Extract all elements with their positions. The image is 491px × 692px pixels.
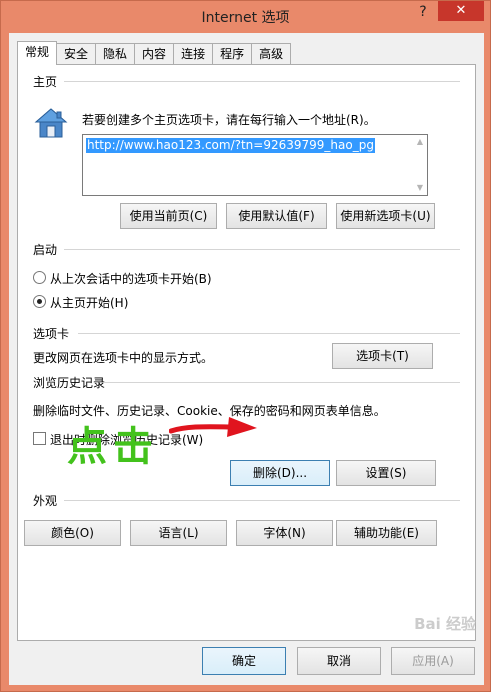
homepage-url-input[interactable]: http://www.hao123.com/?tn=92639799_hao_p… <box>82 134 428 196</box>
radio-last-session[interactable] <box>33 271 46 284</box>
scroll-up-icon[interactable]: ▲ <box>415 137 425 147</box>
history-settings-button[interactable]: 设置(S) <box>336 460 436 486</box>
accessibility-button[interactable]: 辅助功能(E) <box>336 520 437 546</box>
tab-programs[interactable]: 程序 <box>212 43 253 65</box>
tab-strip: 常规 安全 隐私 内容 连接 程序 高级 <box>17 41 292 65</box>
startup-divider <box>64 249 460 250</box>
languages-button[interactable]: 语言(L) <box>130 520 227 546</box>
fonts-button[interactable]: 字体(N) <box>236 520 333 546</box>
general-tab-panel: 主页 若要创建多个主页选项卡，请在每行输入一个地址(R)。 http://www… <box>17 64 476 641</box>
tab-connections[interactable]: 连接 <box>173 43 214 65</box>
cancel-button[interactable]: 取消 <box>297 647 381 675</box>
tab-security[interactable]: 安全 <box>56 43 97 65</box>
scroll-down-icon[interactable]: ▼ <box>415 183 425 193</box>
history-section-label: 浏览历史记录 <box>33 376 106 390</box>
appearance-divider <box>64 500 460 501</box>
radio-homepage-label: 从主页开始(H) <box>50 296 129 310</box>
homepage-instruction: 若要创建多个主页选项卡，请在每行输入一个地址(R)。 <box>82 113 376 127</box>
homepage-divider <box>64 81 460 82</box>
delete-on-exit-checkbox[interactable] <box>33 432 46 445</box>
tabs-description: 更改网页在选项卡中的显示方式。 <box>33 351 214 365</box>
tabs-divider <box>78 333 460 334</box>
dialog-client: 常规 安全 隐私 内容 连接 程序 高级 主页 若要创建多个主页选项卡，请在每行… <box>9 33 484 685</box>
title-bar[interactable]: Internet 选项 ? ✕ <box>1 1 490 31</box>
use-default-button[interactable]: 使用默认值(F) <box>226 203 327 229</box>
apply-button[interactable]: 应用(A) <box>391 647 475 675</box>
internet-options-window: Internet 选项 ? ✕ 常规 安全 隐私 内容 连接 程序 高级 主页 … <box>0 0 491 692</box>
tabs-button[interactable]: 选项卡(T) <box>332 343 433 369</box>
radio-homepage[interactable] <box>33 295 46 308</box>
help-button[interactable]: ? <box>412 3 434 21</box>
click-annotation: 点击 <box>67 424 159 470</box>
startup-section-label: 启动 <box>33 243 58 257</box>
watermark: Bai 经验 <box>414 615 476 633</box>
use-current-button[interactable]: 使用当前页(C) <box>120 203 217 229</box>
tabs-section-label: 选项卡 <box>33 327 70 341</box>
close-button[interactable]: ✕ <box>438 1 484 21</box>
tab-advanced[interactable]: 高级 <box>251 43 292 65</box>
radio-last-session-label: 从上次会话中的选项卡开始(B) <box>50 272 212 286</box>
delete-history-button[interactable]: 删除(D)... <box>230 460 330 486</box>
colors-button[interactable]: 颜色(O) <box>24 520 121 546</box>
appearance-section-label: 外观 <box>33 494 58 508</box>
use-new-tab-button[interactable]: 使用新选项卡(U) <box>336 203 435 229</box>
red-arrow-icon <box>169 417 257 437</box>
tab-general[interactable]: 常规 <box>17 41 58 65</box>
tab-content[interactable]: 内容 <box>134 43 175 65</box>
history-divider <box>104 382 460 383</box>
tab-privacy[interactable]: 隐私 <box>95 43 136 65</box>
house-icon <box>34 108 68 138</box>
homepage-section-label: 主页 <box>33 75 58 89</box>
homepage-url-value: http://www.hao123.com/?tn=92639799_hao_p… <box>86 138 375 153</box>
ok-button[interactable]: 确定 <box>202 647 286 675</box>
